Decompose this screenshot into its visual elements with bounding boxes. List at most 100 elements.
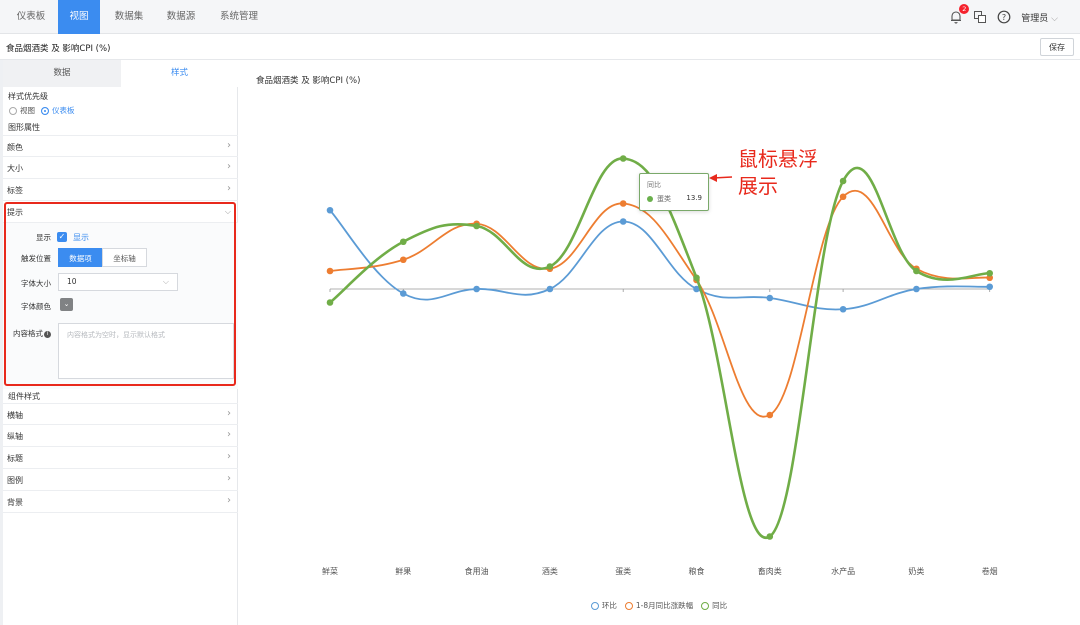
tooltip-show-label: 显示 <box>36 233 51 242</box>
annotation-arrowhead <box>709 174 717 182</box>
prop-background-label: 背景 <box>7 498 23 507</box>
prop-x-axis-label: 横轴 <box>7 411 23 420</box>
tooltip-popup: 同比 蛋类 13.9 <box>639 173 709 211</box>
data-point[interactable] <box>766 294 774 302</box>
chevron-down-icon: ⌵ <box>162 277 169 286</box>
chart-legend: 环比 1-8月同比涨跌幅 同比 <box>238 600 1080 612</box>
x-tick-label: 奶类 <box>908 566 924 576</box>
component-style-label: 组件样式 <box>8 392 40 401</box>
data-point[interactable] <box>986 283 993 291</box>
chevron-down-icon: ⌵ <box>224 207 231 216</box>
x-tick-label: 粮食 <box>689 566 705 576</box>
x-tick-label: 蛋类 <box>615 566 631 576</box>
radio-view[interactable] <box>9 106 17 115</box>
view-title-bar: 食品烟酒类 及 影响CPI (%) 保存 <box>0 35 1080 60</box>
data-point[interactable] <box>326 299 334 306</box>
data-point[interactable] <box>913 285 920 293</box>
prop-y-axis-label: 纵轴 <box>7 432 23 441</box>
data-point[interactable] <box>619 218 627 225</box>
x-tick-label: 畜肉类 <box>758 566 782 576</box>
prop-row-x-axis[interactable]: 横轴 › <box>3 403 238 425</box>
data-point[interactable] <box>400 290 407 297</box>
tooltip-show-checkbox[interactable]: ✓ <box>57 232 67 242</box>
data-point[interactable] <box>839 305 847 313</box>
x-tick-label: 卷烟 <box>982 566 998 576</box>
legend-item[interactable]: 1-8月同比涨跌幅 <box>624 600 694 611</box>
chevron-right-icon: › <box>227 183 231 194</box>
prop-row-legend[interactable]: 图例 › <box>3 469 238 491</box>
data-point[interactable] <box>986 269 993 277</box>
data-point[interactable] <box>766 411 774 419</box>
hover-annotation: 鼠标悬浮 展示 <box>738 146 818 200</box>
save-button[interactable]: 保存 <box>1040 38 1074 56</box>
tooltip-popup-title: 同比 <box>647 181 661 189</box>
prop-row-color[interactable]: 颜色 › <box>3 135 238 157</box>
content-format-textarea[interactable] <box>58 323 234 379</box>
prop-tooltip-label: 提示 <box>7 208 23 217</box>
top-nav: 仪表板 视图 数据集 数据源 系统管理 2 ? 管理员 ⌵ <box>0 0 1080 34</box>
data-point[interactable] <box>839 177 847 185</box>
font-color-label: 字体颜色 <box>21 302 51 311</box>
notification-badge: 2 <box>959 4 970 14</box>
legend-marker <box>624 601 633 610</box>
nav-view[interactable]: 视图 <box>58 0 100 34</box>
prop-color-label: 颜色 <box>7 143 23 152</box>
data-point[interactable] <box>619 155 627 162</box>
line-chart: 鲜菜 鲜果 食用油 酒类 蛋类 粮食 畜肉类 水产品 奶类 卷烟 <box>322 155 998 576</box>
prop-row-tooltip[interactable]: 提示 ⌵ <box>3 201 238 223</box>
data-point[interactable] <box>326 206 334 214</box>
nav-dashboard[interactable]: 仪表板 <box>0 0 62 34</box>
prop-title-label: 标题 <box>7 454 23 463</box>
legend-label: 1-8月同比涨跌幅 <box>635 601 694 610</box>
prop-row-title[interactable]: 标题 › <box>3 447 238 469</box>
data-point[interactable] <box>546 285 554 293</box>
legend-marker <box>590 601 599 610</box>
user-menu[interactable]: 管理员 ⌵ <box>1021 11 1058 24</box>
tab-data[interactable]: 数据 <box>3 60 121 87</box>
font-size-select[interactable]: 10 ⌵ <box>58 273 178 291</box>
tooltip-show-text: 显示 <box>73 233 89 242</box>
data-point[interactable] <box>693 274 700 282</box>
chevron-right-icon: › <box>227 408 231 419</box>
radio-dashboard-label: 仪表板 <box>52 106 75 115</box>
svg-text:?: ? <box>1002 13 1006 22</box>
chevron-right-icon: › <box>227 473 231 484</box>
config-panel: 数据 样式 样式优先级 视图 仪表板 图形属性 颜色 › 大小 › 标签 › 提… <box>3 60 238 625</box>
data-point[interactable] <box>619 200 627 207</box>
data-point[interactable] <box>766 533 774 540</box>
language-switch-icon[interactable] <box>973 10 987 24</box>
chevron-right-icon: › <box>227 451 231 462</box>
font-size-label: 字体大小 <box>21 279 51 288</box>
prop-row-y-axis[interactable]: 纵轴 › <box>3 425 238 447</box>
radio-dashboard[interactable] <box>41 106 49 115</box>
nav-system[interactable]: 系统管理 <box>208 0 270 34</box>
nav-datasource[interactable]: 数据源 <box>156 0 206 34</box>
data-point[interactable] <box>400 256 407 264</box>
prop-row-label[interactable]: 标签 › <box>3 179 238 201</box>
data-point[interactable] <box>839 193 847 201</box>
font-color-picker[interactable]: ⌄ <box>60 298 73 311</box>
tooltip-popup-value: 13.9 <box>686 194 702 202</box>
content-format-label: 内容格式 i <box>7 328 51 339</box>
tab-style[interactable]: 样式 <box>121 60 238 87</box>
prop-row-background[interactable]: 背景 › <box>3 491 238 513</box>
data-point[interactable] <box>473 222 480 230</box>
prop-row-size[interactable]: 大小 › <box>3 157 238 179</box>
trigger-item-button[interactable]: 数据项 <box>58 248 103 267</box>
trigger-axis-button[interactable]: 坐标轴 <box>102 248 147 267</box>
data-point[interactable] <box>326 267 334 275</box>
data-point[interactable] <box>546 263 554 270</box>
help-icon[interactable]: ? <box>997 10 1011 24</box>
data-point[interactable] <box>473 285 480 293</box>
notification-bell-icon[interactable]: 2 <box>949 4 970 24</box>
data-point[interactable] <box>400 238 407 246</box>
prop-label-label: 标签 <box>7 186 23 195</box>
tooltip-popup-name: 蛋类 <box>657 195 671 203</box>
chevron-right-icon: › <box>227 429 231 440</box>
style-priority-label: 样式优先级 <box>8 92 48 101</box>
x-tick-label: 鲜果 <box>395 566 411 576</box>
legend-item[interactable]: 环比 <box>590 600 617 611</box>
data-point[interactable] <box>913 267 920 275</box>
nav-dataset[interactable]: 数据集 <box>104 0 154 34</box>
legend-item[interactable]: 同比 <box>701 600 727 611</box>
